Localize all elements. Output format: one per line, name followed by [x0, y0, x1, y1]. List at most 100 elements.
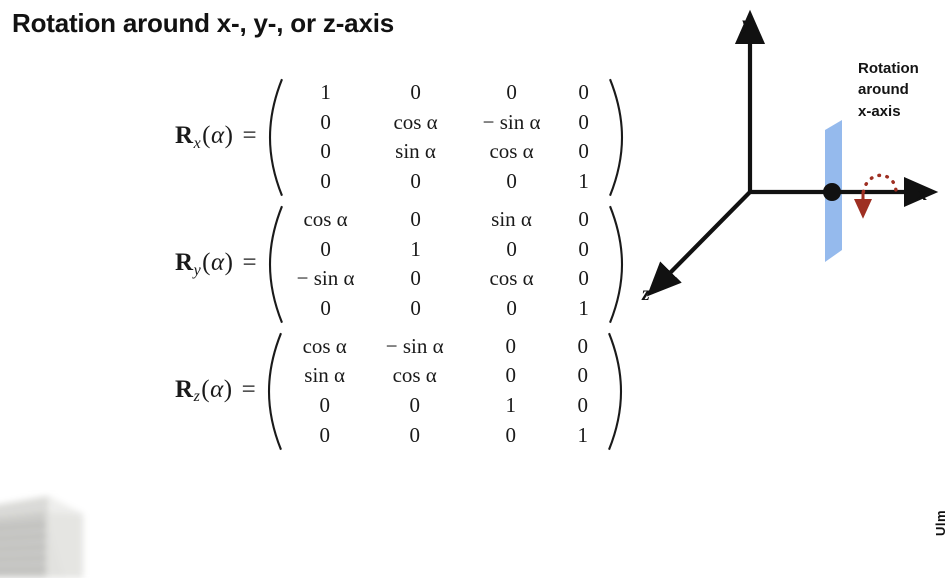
- matrix-cell: 0: [577, 363, 588, 388]
- matrix-cell: 1: [578, 296, 589, 321]
- matrix-cell: 0: [320, 236, 331, 261]
- matrix-cell: sin α: [491, 206, 532, 231]
- matrix-cell: 0: [578, 139, 589, 164]
- rotation-matrix-z: Rz(α) = cos α − sin α 0 0 sin α cos α 0: [175, 332, 615, 451]
- matrix-cell: 0: [577, 333, 588, 358]
- matrix-cell: cos α: [302, 333, 347, 358]
- matrix-label-subscript: y: [193, 261, 202, 279]
- matrix-cell: sin α: [304, 363, 346, 388]
- matrix-label-subscript: x: [193, 134, 202, 152]
- axis-label-z: z: [641, 283, 650, 305]
- matrix-label-R: R: [175, 375, 194, 403]
- matrix-cell: 0: [409, 422, 420, 447]
- matrix-cell: cos α: [393, 109, 438, 134]
- matrix-cell: 0: [506, 236, 517, 261]
- matrix-label-paren-close: ): [224, 122, 234, 150]
- point-marker: [823, 183, 841, 201]
- matrix-cell: − sin α: [482, 109, 541, 134]
- rotation-matrix-x: Rx(α) = 1 0 0 0 0 cos α − sin α 0 0 sin …: [175, 78, 615, 197]
- matrix-label-z: Rz(α) =: [175, 376, 266, 406]
- annotation-line-3: x-axis: [858, 102, 901, 120]
- matrix-cell: 1: [505, 393, 516, 418]
- edge-watermark: Ulm: [927, 484, 947, 576]
- axis-label-x: x: [916, 181, 928, 205]
- matrix-cell: 0: [506, 80, 517, 104]
- matrix-cell: 0: [578, 236, 589, 261]
- matrix-row: cos α − sin α 0 0: [283, 332, 607, 362]
- diagram-annotation: Rotation around x-axis: [858, 58, 919, 122]
- matrix-cell: cos α: [489, 139, 534, 164]
- matrix-row: − sin α 0 cos α 0: [284, 264, 608, 294]
- matrix-cell: 0: [506, 169, 517, 194]
- matrix-cell: − sin α: [296, 266, 355, 291]
- matrix-body-x: 1 0 0 0 0 cos α − sin α 0 0 sin α cos α …: [267, 78, 625, 197]
- matrix-label-R: R: [175, 122, 194, 150]
- matrix-cell: 0: [320, 296, 331, 321]
- matrix-row: cos α 0 sin α 0: [284, 205, 608, 235]
- coordinate-system-diagram: y x z Rotation around x-axis: [620, 0, 947, 330]
- matrix-row: 0 1 0 0: [284, 235, 608, 265]
- rotation-matrix-y: Ry(α) = cos α 0 sin α 0 0 1 0 0 − sin α …: [175, 205, 615, 324]
- matrix-cell: 0: [409, 393, 420, 418]
- matrix-cell: 0: [319, 422, 330, 447]
- matrix-body-z: cos α − sin α 0 0 sin α cos α 0 0 0 0 1 …: [266, 332, 624, 451]
- paren-left-icon: [267, 205, 284, 324]
- matrix-label-paren-close: ): [223, 375, 233, 403]
- matrix-label-alpha: α: [211, 249, 225, 277]
- rotation-arc: [861, 173, 898, 202]
- matrix-cell: − sin α: [385, 333, 444, 358]
- matrix-row: 0 0 0 1: [284, 167, 608, 197]
- matrix-label-paren-open: (: [202, 122, 211, 150]
- matrix-cell: 0: [410, 206, 421, 231]
- matrix-label-x: Rx(α) =: [175, 122, 267, 152]
- z-axis: [646, 190, 752, 297]
- matrix-cell: 0: [320, 139, 331, 164]
- matrix-cell: 0: [410, 169, 421, 194]
- matrix-cell: 0: [578, 109, 589, 134]
- axis-label-y: y: [740, 13, 751, 35]
- matrix-cell: 0: [505, 422, 516, 447]
- matrix-label-equals: =: [241, 375, 256, 403]
- matrix-cell: 0: [506, 296, 517, 321]
- matrix-label-paren-open: (: [202, 249, 211, 277]
- matrix-label-paren-close: ): [224, 249, 234, 277]
- matrix-cell: sin α: [395, 139, 436, 164]
- matrix-row: 0 sin α cos α 0: [284, 137, 608, 167]
- matrix-cell: 0: [410, 296, 421, 321]
- matrix-cell: 1: [320, 80, 331, 104]
- matrix-cell: 0: [505, 333, 516, 358]
- matrix-cell: 0: [578, 80, 589, 104]
- matrix-cell: 0: [578, 206, 589, 231]
- edge-watermark-label: Ulm: [933, 509, 947, 536]
- matrix-row: 0 0 1 0: [283, 391, 607, 421]
- paren-left-icon: [266, 332, 283, 451]
- matrix-cell: 0: [505, 363, 516, 388]
- matrix-row: 0 0 0 1: [284, 294, 608, 324]
- matrix-cell: 0: [410, 80, 421, 104]
- matrix-label-equals: =: [242, 122, 257, 150]
- annotation-line-2: around: [858, 81, 909, 99]
- matrix-cell: cos α: [489, 266, 534, 291]
- webcam-overlay: [0, 486, 106, 578]
- matrix-cell: 0: [319, 393, 330, 418]
- matrix-row: sin α cos α 0 0: [283, 361, 607, 391]
- matrix-cell: 0: [577, 393, 588, 418]
- matrix-label-equals: =: [242, 249, 257, 277]
- matrix-label-y: Ry(α) =: [175, 249, 267, 279]
- matrix-cell: 1: [410, 236, 421, 261]
- matrix-row: 1 0 0 0: [284, 78, 608, 108]
- matrix-cell: 1: [577, 422, 588, 447]
- matrix-label-alpha: α: [210, 375, 224, 403]
- paren-left-icon: [267, 78, 284, 197]
- matrix-cell: cos α: [392, 363, 437, 388]
- matrix-cell: 0: [320, 109, 331, 134]
- matrix-cell: cos α: [303, 206, 348, 231]
- matrix-body-y: cos α 0 sin α 0 0 1 0 0 − sin α 0 cos α …: [267, 205, 625, 324]
- matrix-cell: 0: [410, 266, 421, 291]
- matrix-row: 0 cos α − sin α 0: [284, 108, 608, 138]
- matrix-cell: 0: [320, 169, 331, 194]
- matrix-row: 0 0 0 1: [283, 421, 607, 451]
- matrix-cell: 0: [578, 266, 589, 291]
- paren-right-icon: [607, 332, 624, 451]
- annotation-line-1: Rotation: [858, 60, 919, 77]
